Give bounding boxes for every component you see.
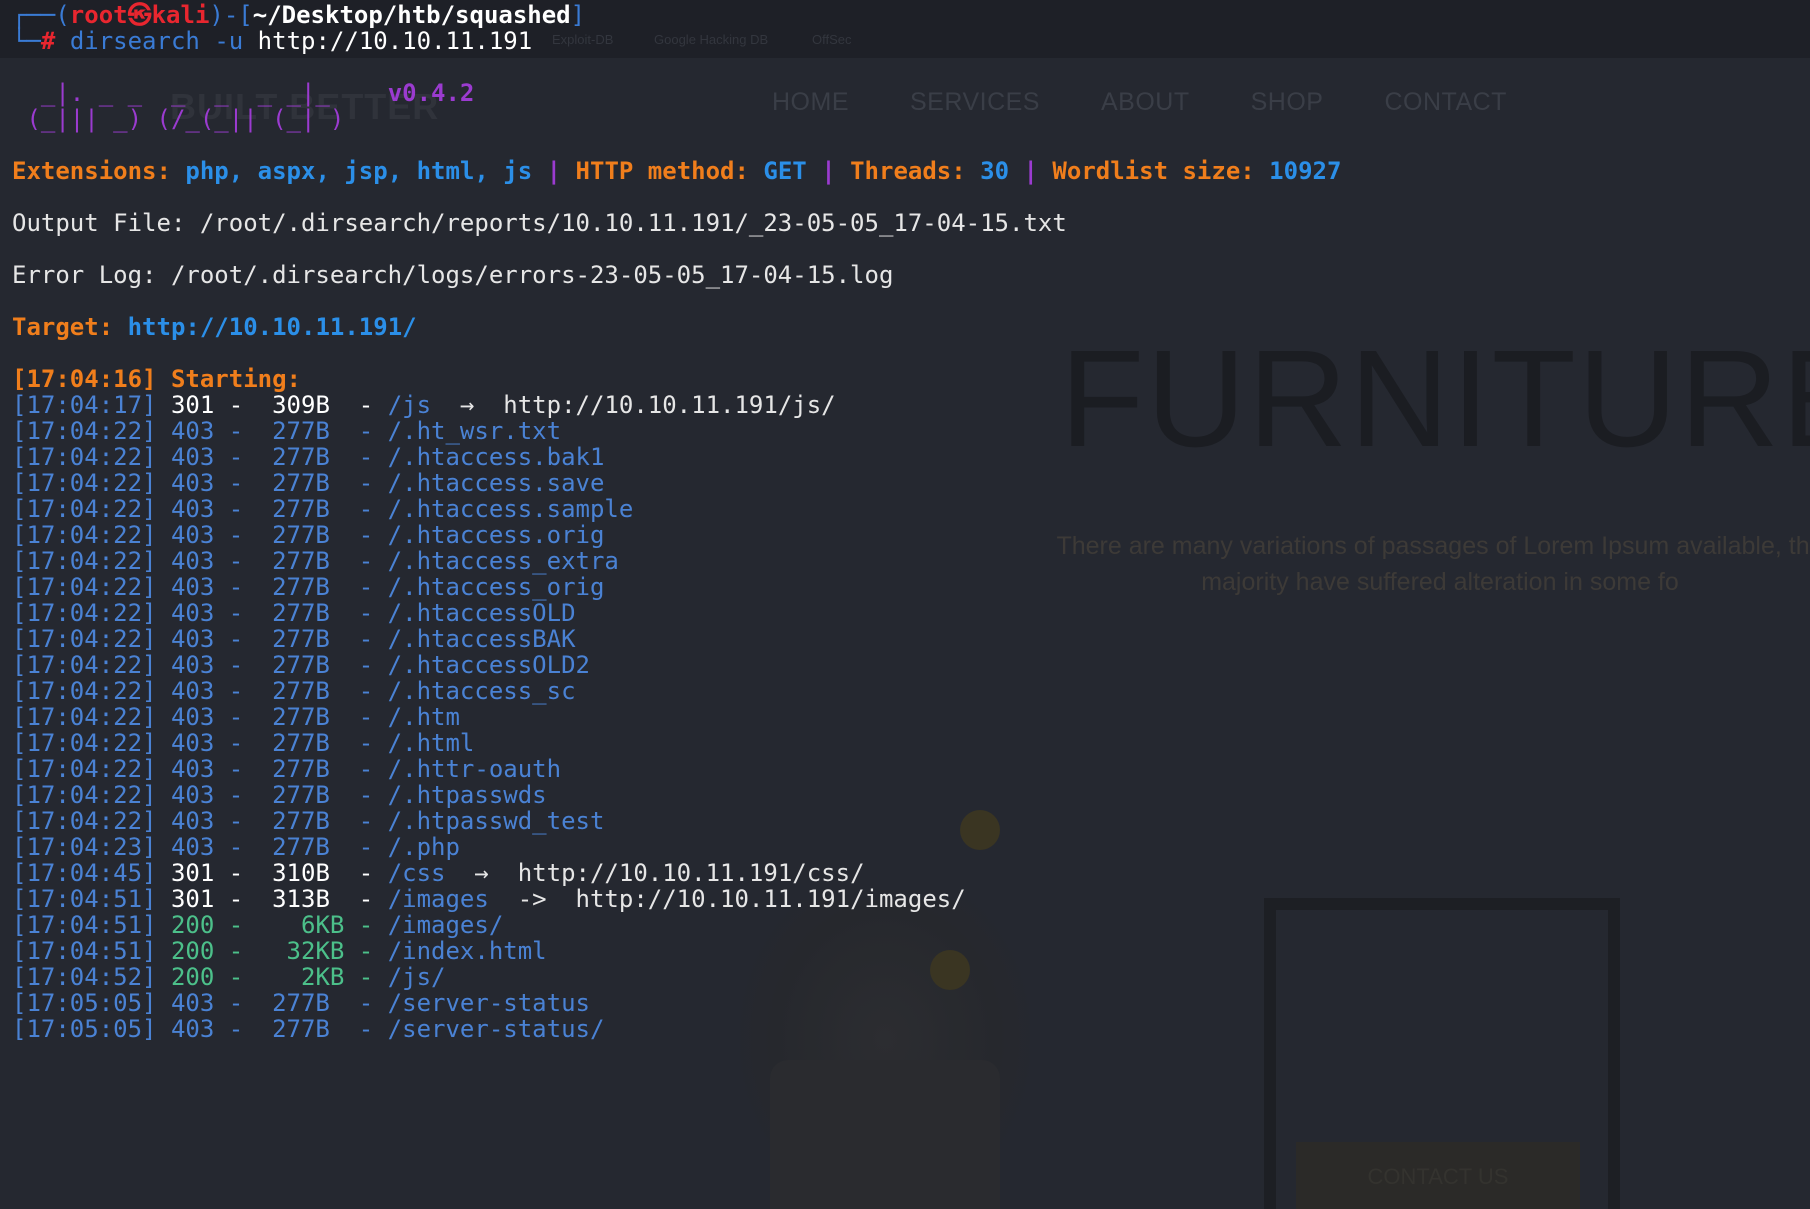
result-text: [17:04:51] — [12, 885, 157, 913]
command-url: http://10.10.11.191 — [257, 27, 533, 55]
result-text: [17:04:52] — [12, 963, 157, 991]
result-path: /js — [387, 391, 460, 419]
terminal[interactable]: ┌──(root㉿kali)-[~/Desktop/htb/squashed] … — [0, 0, 1810, 1209]
result-text: [17:04:51] — [12, 937, 157, 965]
redirect-target: -> http://10.10.11.191/images/ — [517, 885, 966, 913]
redirect-target: → http://10.10.11.191/js/ — [459, 391, 836, 419]
target-line: Target: http://10.10.11.191/ — [12, 312, 417, 342]
version-label: v0.4.2 — [387, 79, 475, 107]
extensions-label: Extensions: — [12, 157, 171, 185]
starting-label: Starting: — [170, 365, 301, 393]
banner-art-1: _|. _ _ _ _ _ _|_ — [12, 79, 388, 107]
result-text: [17:04:23] 403 - 277B - /.php — [12, 833, 460, 861]
result-text: [17:04:22] 403 - 277B - /.htaccess.orig — [12, 521, 605, 549]
result-text: [17:05:05] 403 - 277B - /server-status/ — [12, 1015, 605, 1043]
result-path: /index.html — [387, 937, 547, 965]
result-text: [17:04:22] 403 - 277B - /.httr-oauth — [12, 755, 562, 783]
result-path: /images/ — [387, 911, 504, 939]
result-text: [17:04:22] 403 - 277B - /.htaccess_sc — [12, 677, 576, 705]
result-text: [17:04:22] 403 - 277B - /.ht_wsr.txt — [12, 417, 562, 445]
result-text: [17:04:22] 403 - 277B - /.htm — [12, 703, 460, 731]
result-text: [17:04:22] 403 - 277B - /.htaccess_extra — [12, 547, 619, 575]
result-text: [17:04:22] 403 - 277B - /.htpasswds — [12, 781, 547, 809]
result-text: [17:04:22] 403 - 277B - /.htpasswd_test — [12, 807, 605, 835]
result-text: [17:04:51] — [12, 911, 157, 939]
extensions-value: php, aspx, jsp, html, js — [185, 157, 533, 185]
result-status: 200 - 6KB - — [156, 911, 388, 939]
banner-art-line-2: (_||| _) (/_(_|| (_| ) — [12, 105, 345, 133]
result-text: [17:04:22] 403 - 277B - /.htaccess.sampl… — [12, 495, 634, 523]
redirect-target: → http://10.10.11.191/css/ — [474, 859, 865, 887]
result-path: /css — [387, 859, 475, 887]
result-text: [17:04:22] 403 - 277B - /.htaccess.save — [12, 469, 605, 497]
result-path: /js/ — [387, 963, 446, 991]
method-value: GET — [763, 157, 807, 185]
result-row: [17:05:05] 403 - 277B - /server-status/ — [12, 1014, 604, 1044]
target-url[interactable]: http://10.10.11.191/ — [128, 313, 417, 341]
separator: | — [821, 157, 836, 185]
result-text: [17:04:22] 403 - 277B - /.htaccess.bak1 — [12, 443, 605, 471]
separator: | — [1023, 157, 1038, 185]
result-text: [17:04:45] — [12, 859, 157, 887]
result-text: [17:04:22] 403 - 277B - /.htaccess_orig — [12, 573, 605, 601]
method-label: HTTP method: — [575, 157, 749, 185]
error-log-line: Error Log: /root/.dirsearch/logs/errors-… — [12, 261, 894, 289]
wordlist-value: 10927 — [1269, 157, 1342, 185]
command-name: dirsearch — [69, 27, 200, 55]
config-line: Extensions: php, aspx, jsp, html, js | H… — [12, 156, 1341, 186]
prompt-box-top: ┌──( — [12, 1, 70, 29]
command-line[interactable]: └─# dirsearch -u http://10.10.11.191 — [12, 26, 532, 56]
result-text: [17:04:22] 403 - 277B - /.htaccessBAK — [12, 625, 576, 653]
start-time: [17:04:16] — [12, 365, 157, 393]
prompt-box-bottom: └─ — [12, 27, 41, 55]
result-text: [17:05:05] 403 - 277B - /server-status — [12, 989, 590, 1017]
prompt-user: root㉿kali — [69, 1, 210, 29]
result-text: [17:04:22] 403 - 277B - /.htaccessOLD2 — [12, 651, 590, 679]
wordlist-label: Wordlist size: — [1052, 157, 1255, 185]
prompt-cwd: ~/Desktop/htb/squashed — [252, 1, 571, 29]
prompt-separator: )-[ — [209, 1, 253, 29]
result-status: 301 - 313B - — [156, 885, 388, 913]
result-text: [17:04:17] — [12, 391, 157, 419]
output-file-line: Output File: /root/.dirsearch/reports/10… — [12, 209, 1067, 237]
target-label: Target: — [12, 313, 114, 341]
separator: | — [546, 157, 562, 185]
prompt-hash: # — [40, 27, 56, 55]
result-status: 200 - 32KB - — [156, 937, 388, 965]
prompt-bracket-end: ] — [570, 1, 586, 29]
result-path: /images — [387, 885, 518, 913]
command-flag: -u — [214, 27, 244, 55]
threads-label: Threads: — [850, 157, 966, 185]
result-text: [17:04:22] 403 - 277B - /.html — [12, 729, 475, 757]
result-status: 301 - 309B - — [156, 391, 388, 419]
result-status: 301 - 310B - — [156, 859, 388, 887]
result-text: [17:04:22] 403 - 277B - /.htaccessOLD — [12, 599, 576, 627]
result-status: 200 - 2KB - — [156, 963, 388, 991]
threads-value: 30 — [980, 157, 1010, 185]
